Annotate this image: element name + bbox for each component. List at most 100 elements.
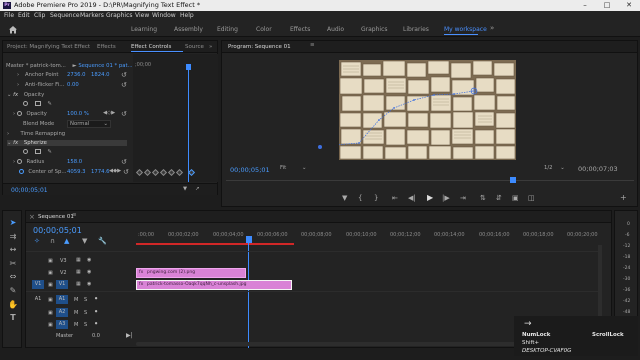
pen-mask-icon[interactable]: ✎: [47, 149, 51, 155]
reset-icon[interactable]: ↺: [121, 158, 127, 166]
hand-tool-icon[interactable]: ✋: [6, 299, 20, 311]
workspace-editing[interactable]: Editing: [217, 26, 238, 33]
lock-icon[interactable]: ▣: [48, 297, 53, 303]
workspace-effects[interactable]: Effects: [290, 26, 310, 33]
anchor-x[interactable]: 2736.0: [67, 72, 86, 78]
stopwatch-icon[interactable]: [16, 159, 22, 164]
reset-icon[interactable]: ↺: [121, 71, 127, 79]
menu-window[interactable]: Window: [152, 12, 176, 19]
menu-clip[interactable]: Clip: [34, 12, 45, 19]
solo-s-button[interactable]: S: [84, 310, 87, 316]
menu-view[interactable]: View: [135, 12, 149, 19]
center-y[interactable]: 1774.6: [91, 169, 110, 175]
type-tool-icon[interactable]: T: [6, 312, 20, 324]
workspace-overflow-icon[interactable]: »: [490, 24, 494, 32]
program-title[interactable]: Program: Sequence 01: [228, 44, 291, 50]
ripple-edit-tool-icon[interactable]: ↔: [6, 244, 20, 256]
opacity-value[interactable]: 100.0 %: [67, 111, 89, 117]
clip-v2-pngwing[interactable]: fx pngwing.com (2).png: [136, 268, 246, 278]
workspace-my-workspace[interactable]: My workspace: [444, 26, 487, 33]
timeline-timecode[interactable]: 00;00;05;01: [33, 226, 82, 235]
menu-help[interactable]: Help: [180, 12, 194, 19]
lock-icon[interactable]: ▣: [48, 322, 53, 328]
lock-icon[interactable]: ▣: [48, 310, 53, 316]
track-a3-target[interactable]: A3: [56, 320, 68, 329]
program-playhead[interactable]: [510, 177, 516, 183]
minimize-icon[interactable]: –: [574, 0, 596, 11]
workspace-assembly[interactable]: Assembly: [174, 26, 203, 33]
track-a1-target[interactable]: A1: [56, 295, 68, 304]
lock-icon[interactable]: ▣: [48, 270, 53, 276]
lock-icon[interactable]: ▣: [48, 282, 53, 288]
voice-over-mic-icon[interactable]: ⚫: [94, 309, 98, 315]
mark-in-icon[interactable]: {: [358, 194, 362, 202]
mute-m-button[interactable]: M: [74, 322, 78, 328]
voice-over-mic-icon[interactable]: ⚫: [94, 296, 98, 302]
lock-icon[interactable]: ▣: [48, 258, 53, 264]
rectangle-mask-icon[interactable]: [34, 101, 41, 106]
solo-s-button[interactable]: S: [84, 322, 87, 328]
panel-overflow-icon[interactable]: »: [209, 44, 212, 50]
pen-mask-icon[interactable]: ✎: [47, 101, 51, 107]
razor-tool-icon[interactable]: ✂: [6, 258, 20, 270]
ellipse-mask-icon[interactable]: [23, 149, 28, 154]
export-frame-icon[interactable]: ▣: [512, 194, 519, 202]
master-volume-value[interactable]: 0.0: [92, 333, 100, 339]
opacity-section[interactable]: ⌄ fx Opacity: [7, 92, 44, 98]
workspace-color[interactable]: Color: [256, 26, 272, 33]
solo-s-button[interactable]: S: [84, 297, 87, 303]
track-v1-target[interactable]: V1: [56, 280, 68, 289]
tab-effect-controls[interactable]: Effect Controls: [131, 44, 171, 50]
go-to-out-icon[interactable]: ⇥: [460, 194, 466, 202]
program-scrub-bar[interactable]: [226, 180, 634, 181]
reset-icon[interactable]: ↺: [123, 168, 129, 176]
center-x[interactable]: 4059.3: [67, 169, 86, 175]
timeline-menu-icon[interactable]: ≡: [72, 212, 77, 218]
menu-markers[interactable]: Markers: [80, 12, 104, 19]
clip-v1-patrick[interactable]: fx patrick-tomasso-Oaqk7qqNh_c-unsplash.…: [136, 280, 292, 290]
keyframe-nav-icon[interactable]: ◀◆▶: [109, 168, 121, 174]
voice-over-mic-icon[interactable]: ⚫: [94, 321, 98, 327]
timeline-ruler[interactable]: :00;00 00;00;02;00 00;00;04;00 00;00;06;…: [136, 228, 601, 242]
eye-icon[interactable]: ◉: [87, 257, 91, 263]
track-a1-source[interactable]: A1: [32, 295, 44, 304]
keyframe-nav-icon[interactable]: ◀◇▶: [103, 110, 115, 116]
track-v1-source[interactable]: V1: [32, 280, 44, 289]
add-marker-icon[interactable]: ▼: [342, 194, 347, 202]
nest-icon[interactable]: ✧: [34, 237, 40, 245]
spherize-section[interactable]: ⌄ fx Spherize: [7, 140, 127, 146]
ellipse-mask-icon[interactable]: [23, 101, 28, 106]
step-forward-icon[interactable]: |▶: [442, 194, 450, 202]
blend-mode-select[interactable]: Normal ⌄: [67, 120, 111, 128]
time-remapping-section[interactable]: › Time Remapping: [7, 131, 65, 137]
reset-icon[interactable]: ↺: [121, 81, 127, 89]
stopwatch-active-icon[interactable]: [18, 169, 24, 174]
close-icon[interactable]: ✕: [618, 0, 640, 11]
workspace-audio[interactable]: Audio: [327, 26, 344, 33]
close-sequence-icon[interactable]: ×: [29, 213, 35, 221]
clip-target-link[interactable]: Sequence 01 * pat...: [78, 63, 132, 69]
eye-icon[interactable]: ◉: [87, 269, 91, 275]
tab-project[interactable]: Project: Magnifying Text Effect: [7, 44, 90, 50]
add-button-icon[interactable]: +: [620, 193, 627, 202]
pen-tool-icon[interactable]: ✎: [6, 285, 20, 297]
linked-selection-icon[interactable]: ▲: [64, 237, 69, 245]
tab-effects[interactable]: Effects: [97, 44, 116, 50]
settings-wrench-icon[interactable]: 🔧: [98, 237, 107, 245]
workspace-graphics[interactable]: Graphics: [361, 26, 388, 33]
home-icon[interactable]: [8, 25, 18, 34]
timeline-playhead-handle[interactable]: [246, 236, 252, 243]
maximize-icon[interactable]: □: [596, 0, 618, 11]
menu-sequence[interactable]: Sequence: [50, 12, 80, 19]
tab-source[interactable]: Source: [185, 44, 204, 50]
anchor-y[interactable]: 1824.0: [91, 72, 110, 78]
selection-tool-icon[interactable]: ➤: [6, 217, 20, 229]
menu-edit[interactable]: Edit: [18, 12, 30, 19]
program-timecode[interactable]: 00;00;05;01: [230, 166, 270, 174]
resolution-select[interactable]: 1/2 ⌄: [544, 165, 568, 171]
tab-sequence-01[interactable]: Sequence 01: [38, 214, 74, 220]
rectangle-mask-icon[interactable]: [34, 149, 41, 154]
zoom-select[interactable]: Fit ⌄: [278, 165, 308, 173]
comparison-view-icon[interactable]: ◫: [528, 194, 535, 202]
menu-file[interactable]: File: [4, 12, 14, 19]
